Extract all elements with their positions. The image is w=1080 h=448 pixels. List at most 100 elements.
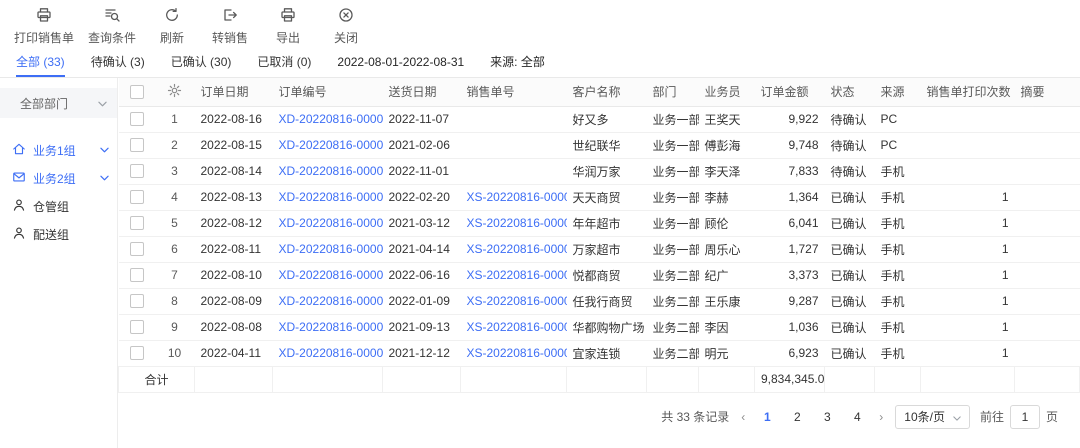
salesperson-cell: 王乐康 [699, 288, 755, 314]
page-number-4[interactable]: 4 [847, 407, 867, 427]
order-no-cell: XD-20220816-000012 [273, 262, 383, 288]
print-count-cell [921, 158, 1015, 184]
prev-page-button[interactable]: ‹ [739, 410, 747, 424]
summary-cell [1015, 132, 1080, 158]
column-header: 订单日期 [195, 78, 273, 106]
select-all-checkbox[interactable] [130, 85, 144, 99]
order-no-link[interactable]: XD-20220816-000013 [279, 242, 383, 256]
toolbar-label: 打印销售单 [14, 29, 74, 46]
close-button[interactable]: 关闭 [324, 7, 368, 46]
row-checkbox[interactable] [130, 190, 144, 204]
status-cell: 待确认 [825, 132, 875, 158]
query-conditions-button[interactable]: 查询条件 [88, 7, 136, 46]
refresh-button[interactable]: 刷新 [150, 7, 194, 46]
close-icon [338, 7, 354, 26]
records-total: 共 33 条记录 [661, 408, 729, 425]
row-checkbox-cell [119, 132, 155, 158]
department-tree: 业务1组 业务2组 [0, 136, 117, 248]
source-filter[interactable]: 来源: 全部 [490, 50, 545, 77]
sales-no-link[interactable]: XS-20220816-000011 [467, 294, 567, 308]
order-no-cell: XD-20220816-000014 [273, 210, 383, 236]
tab-confirmed[interactable]: 已确认 (30) [171, 50, 232, 77]
pagination: 共 33 条记录 ‹ 1 2 3 4 › 10条/页 前往 页 [118, 393, 1080, 429]
row-checkbox[interactable] [130, 346, 144, 360]
customer-cell: 宜家连锁 [567, 340, 647, 366]
customer-cell: 万家超市 [567, 236, 647, 262]
source-cell: 手机 [875, 184, 921, 210]
sidebar-item-delivery-group[interactable]: 配送组 [0, 220, 117, 248]
salesperson-cell: 李赫 [699, 184, 755, 210]
row-checkbox[interactable] [130, 242, 144, 256]
order-date-cell: 2022-08-08 [195, 314, 273, 340]
tab-pending[interactable]: 待确认 (3) [91, 50, 145, 77]
sidebar-item-label: 业务2组 [33, 170, 76, 187]
order-date-cell: 2022-08-15 [195, 132, 273, 158]
order-no-link[interactable]: XD-20220816-000012 [279, 268, 383, 282]
order-no-link[interactable]: XD-20220816-000009 [279, 346, 383, 360]
search-icon [104, 7, 120, 26]
print-sales-order-button[interactable]: 打印销售单 [14, 7, 74, 46]
amount-cell: 9,287 [755, 288, 825, 314]
row-checkbox[interactable] [130, 268, 144, 282]
delivery-date-cell: 2021-12-12 [383, 340, 461, 366]
order-date-cell: 2022-04-11 [195, 340, 273, 366]
page-number-3[interactable]: 3 [817, 407, 837, 427]
delivery-date-cell: 2022-11-01 [383, 158, 461, 184]
chevron-down-icon[interactable] [100, 147, 109, 153]
row-checkbox[interactable] [130, 216, 144, 230]
page-size-select[interactable]: 10条/页 [895, 405, 970, 429]
department-cell: 业务二部 [647, 262, 699, 288]
source-cell: 手机 [875, 210, 921, 236]
sidebar-item-business-group-2[interactable]: 业务2组 [0, 164, 117, 192]
row-checkbox[interactable] [130, 112, 144, 126]
sidebar-item-label: 业务1组 [33, 142, 76, 159]
order-no-cell: XD-20220816-000018 [273, 106, 383, 132]
goto-page-input[interactable] [1010, 405, 1040, 429]
order-no-link[interactable]: XD-20220816-000017 [279, 138, 383, 152]
orders-table: 订单日期订单编号送货日期销售单号客户名称部门业务员订单金额状态来源销售单打印次数… [118, 78, 1080, 393]
order-no-link[interactable]: XD-20220816-000011 [279, 294, 383, 308]
row-checkbox[interactable] [130, 138, 144, 152]
row-index: 6 [155, 236, 195, 262]
customer-cell: 天天商贸 [567, 184, 647, 210]
order-date-cell: 2022-08-12 [195, 210, 273, 236]
department-select[interactable]: 全部部门 [0, 88, 117, 118]
next-page-button[interactable]: › [877, 410, 885, 424]
sales-no-link[interactable]: XS-20220816-000010 [467, 320, 567, 334]
table-row: 92022-08-08XD-20220816-0000102021-09-13X… [119, 314, 1080, 340]
department-cell: 业务二部 [647, 314, 699, 340]
date-range-filter[interactable]: 2022-08-01-2022-08-31 [337, 50, 464, 77]
toolbar: 打印销售单 查询条件 刷新 转销售 导出 [0, 0, 1080, 51]
tab-all[interactable]: 全部 (33) [16, 50, 65, 77]
row-checkbox[interactable] [130, 164, 144, 178]
sidebar-item-business-group-1[interactable]: 业务1组 [0, 136, 117, 164]
gear-icon[interactable] [167, 85, 182, 101]
summary-cell [1015, 210, 1080, 236]
summary-cell [1015, 158, 1080, 184]
sales-no-link[interactable]: XS-20220816-000009 [467, 346, 567, 360]
row-checkbox[interactable] [130, 320, 144, 334]
row-index: 3 [155, 158, 195, 184]
order-no-cell: XD-20220816-000015 [273, 184, 383, 210]
page-number-1[interactable]: 1 [757, 407, 777, 427]
page-number-2[interactable]: 2 [787, 407, 807, 427]
sales-no-link[interactable]: XS-20220816-000015 [467, 190, 567, 204]
chevron-down-icon[interactable] [100, 175, 109, 181]
order-no-link[interactable]: XD-20220816-000016 [279, 164, 383, 178]
sidebar-item-warehouse-group[interactable]: 仓管组 [0, 192, 117, 220]
export-button[interactable]: 导出 [266, 7, 310, 46]
order-no-link[interactable]: XD-20220816-000018 [279, 112, 383, 126]
sales-no-link[interactable]: XS-20220816-000012 [467, 268, 567, 282]
tab-cancelled[interactable]: 已取消 (0) [257, 50, 311, 77]
column-settings-cell [155, 78, 195, 106]
customer-cell: 世纪联华 [567, 132, 647, 158]
delivery-date-cell: 2022-01-09 [383, 288, 461, 314]
summary-cell [1015, 106, 1080, 132]
transfer-to-sales-button[interactable]: 转销售 [208, 7, 252, 46]
order-no-link[interactable]: XD-20220816-000010 [279, 320, 383, 334]
order-no-link[interactable]: XD-20220816-000015 [279, 190, 383, 204]
sales-no-link[interactable]: XS-20220816-000013 [467, 242, 567, 256]
sales-no-link[interactable]: XS-20220816-000014 [467, 216, 567, 230]
row-checkbox[interactable] [130, 294, 144, 308]
order-no-link[interactable]: XD-20220816-000014 [279, 216, 383, 230]
